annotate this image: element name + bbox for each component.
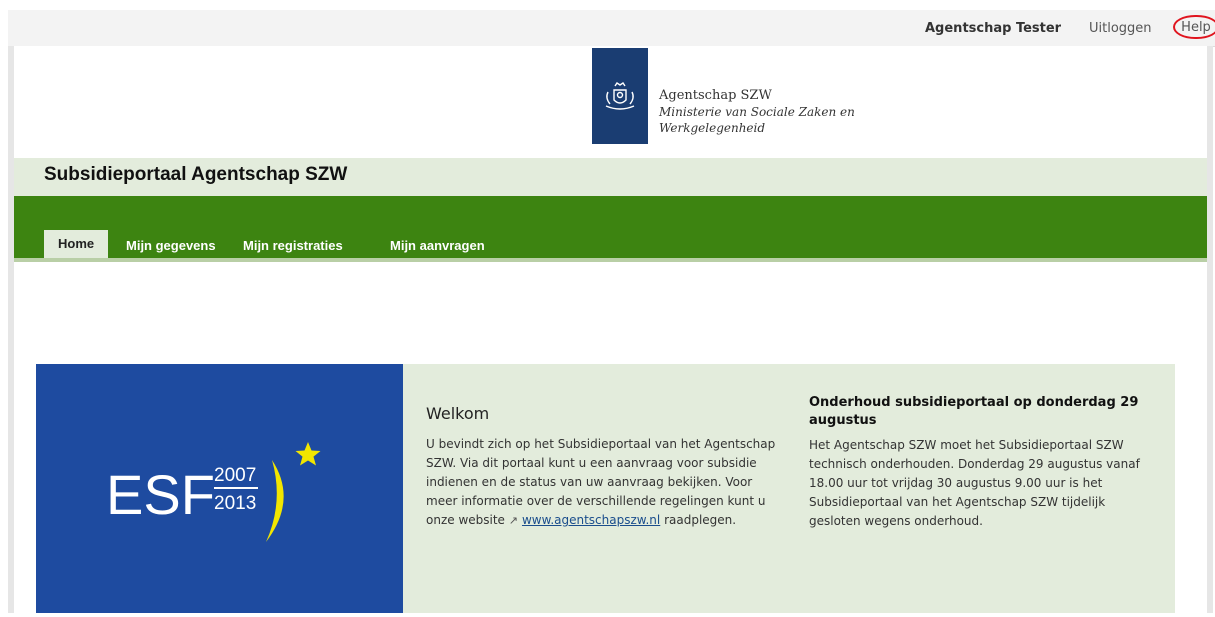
ministry-line-2: Werkgelegenheid — [659, 121, 766, 135]
tab-mijn-gegevens[interactable]: Mijn gegevens — [126, 234, 216, 258]
external-link-icon: ↗ — [508, 514, 518, 527]
logout-link[interactable]: Uitloggen — [1089, 21, 1152, 36]
tab-mijn-aanvragen[interactable]: Mijn aanvragen — [390, 234, 485, 258]
ministry-line-1: Ministerie van Sociale Zaken en — [659, 105, 855, 119]
app-frame: Agentschap Tester Uitloggen Help Agentsc… — [0, 0, 1215, 613]
welcome-text: U bevindt zich op het Subsidieportaal va… — [426, 435, 781, 530]
star-icon — [295, 442, 321, 466]
org-name: Agentschap SZW — [659, 88, 772, 103]
esf-logo-graphic: ESF 2007 2013 — [106, 442, 321, 542]
content-panel: ESF 2007 2013 Welkom U bevindt zich op h… — [36, 364, 1175, 613]
main-nav: Home Mijn gegevens Mijn registraties Mij… — [14, 196, 1207, 262]
ministry-wordmark: Agentschap SZW Ministerie van Sociale Za… — [659, 87, 855, 136]
notice-body: Het Agentschap SZW moet het Subsidieport… — [809, 438, 1140, 528]
maintenance-notice: Onderhoud subsidieportaal op donderdag 2… — [809, 394, 1159, 531]
esf-crescent — [266, 460, 284, 542]
esf-year-bottom: 2013 — [214, 493, 256, 514]
esf-logo: ESF 2007 2013 — [36, 364, 403, 613]
welcome-trailing: raadplegen. — [664, 513, 737, 527]
welcome-heading: Welkom — [426, 404, 490, 423]
notice-heading: Onderhoud subsidieportaal op donderdag 2… — [809, 395, 1139, 428]
esf-logo-text: ESF — [106, 463, 215, 526]
website-link[interactable]: www.agentschapszw.nl — [522, 513, 660, 527]
help-link[interactable]: Help — [1173, 15, 1215, 39]
title-band: Subsidieportaal Agentschap SZW — [14, 158, 1207, 196]
user-name: Agentschap Tester — [925, 21, 1062, 36]
logo-emblem — [592, 48, 648, 144]
welcome-section: Welkom U bevindt zich op het Subsidiepor… — [426, 404, 781, 530]
portal-title: Subsidieportaal Agentschap SZW — [44, 164, 348, 185]
tab-mijn-registraties[interactable]: Mijn registraties — [243, 234, 343, 258]
top-utility-bar: Agentschap Tester Uitloggen Help — [8, 10, 1215, 47]
tab-home[interactable]: Home — [44, 230, 109, 258]
coat-of-arms-icon — [605, 82, 635, 110]
esf-year-top: 2007 — [214, 465, 256, 486]
